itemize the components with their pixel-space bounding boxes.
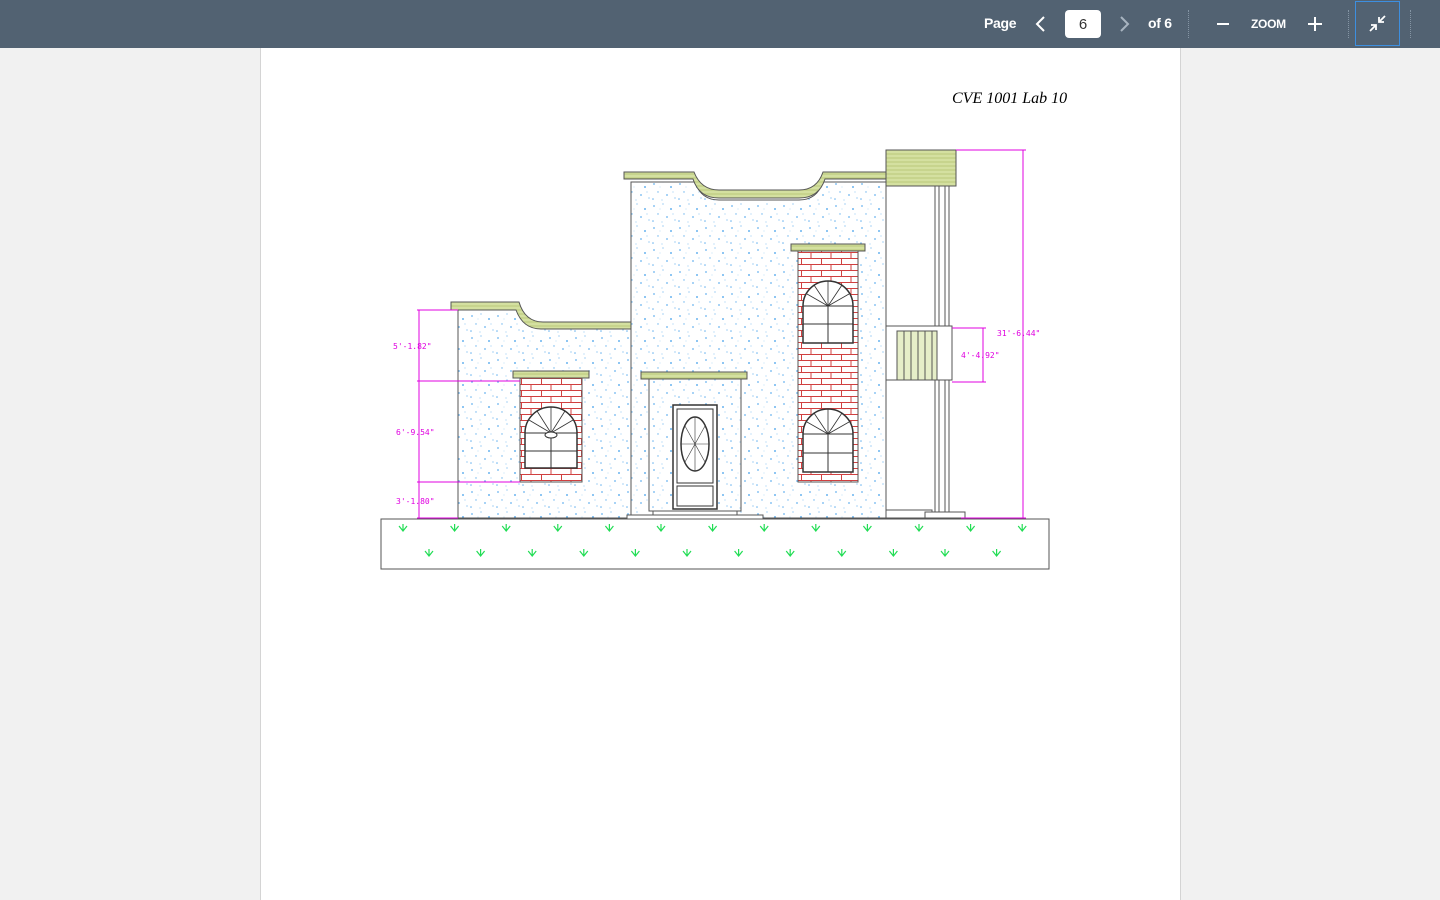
page-count: of 6 bbox=[1148, 15, 1172, 31]
toolbar-divider bbox=[1188, 10, 1189, 38]
zoom-out-button[interactable] bbox=[1214, 15, 1232, 33]
pdf-toolbar: Page of 6 ZOOM bbox=[0, 0, 1440, 48]
zoom-in-button[interactable] bbox=[1306, 15, 1324, 33]
pdf-page: CVE 1001 Lab 10 5'-1.82" 6'-9.54" 3'-1.8… bbox=[260, 48, 1181, 900]
page-label: Page bbox=[984, 15, 1017, 31]
toolbar-divider bbox=[1410, 10, 1411, 38]
house-elevation-drawing: 5'-1.82" 6'-9.54" 3'-1.80" 31'-6.44" 4'-… bbox=[380, 149, 1050, 570]
toolbar-divider bbox=[1348, 10, 1349, 38]
dimension-label: 4'-4.92" bbox=[961, 351, 1000, 360]
chevron-right-icon bbox=[1120, 16, 1130, 32]
chevron-left-icon bbox=[1035, 16, 1045, 32]
zoom-label: ZOOM bbox=[1251, 17, 1286, 31]
dimension-label: 31'-6.44" bbox=[997, 329, 1040, 338]
brick-tower bbox=[790, 243, 866, 483]
dimension-label: 5'-1.82" bbox=[393, 342, 432, 351]
page-number-input[interactable] bbox=[1065, 10, 1101, 38]
dimension-label: 3'-1.80" bbox=[396, 497, 435, 506]
exit-fullscreen-button[interactable] bbox=[1355, 1, 1400, 46]
dimension-label: 6'-9.54" bbox=[396, 428, 435, 437]
collapse-arrows-icon bbox=[1369, 15, 1386, 32]
next-page-button[interactable] bbox=[1116, 14, 1132, 34]
left-window bbox=[512, 370, 590, 483]
side-structure bbox=[885, 149, 966, 519]
ground-slab bbox=[380, 518, 1050, 570]
plus-icon bbox=[1308, 17, 1322, 31]
prev-page-button[interactable] bbox=[1033, 14, 1049, 34]
